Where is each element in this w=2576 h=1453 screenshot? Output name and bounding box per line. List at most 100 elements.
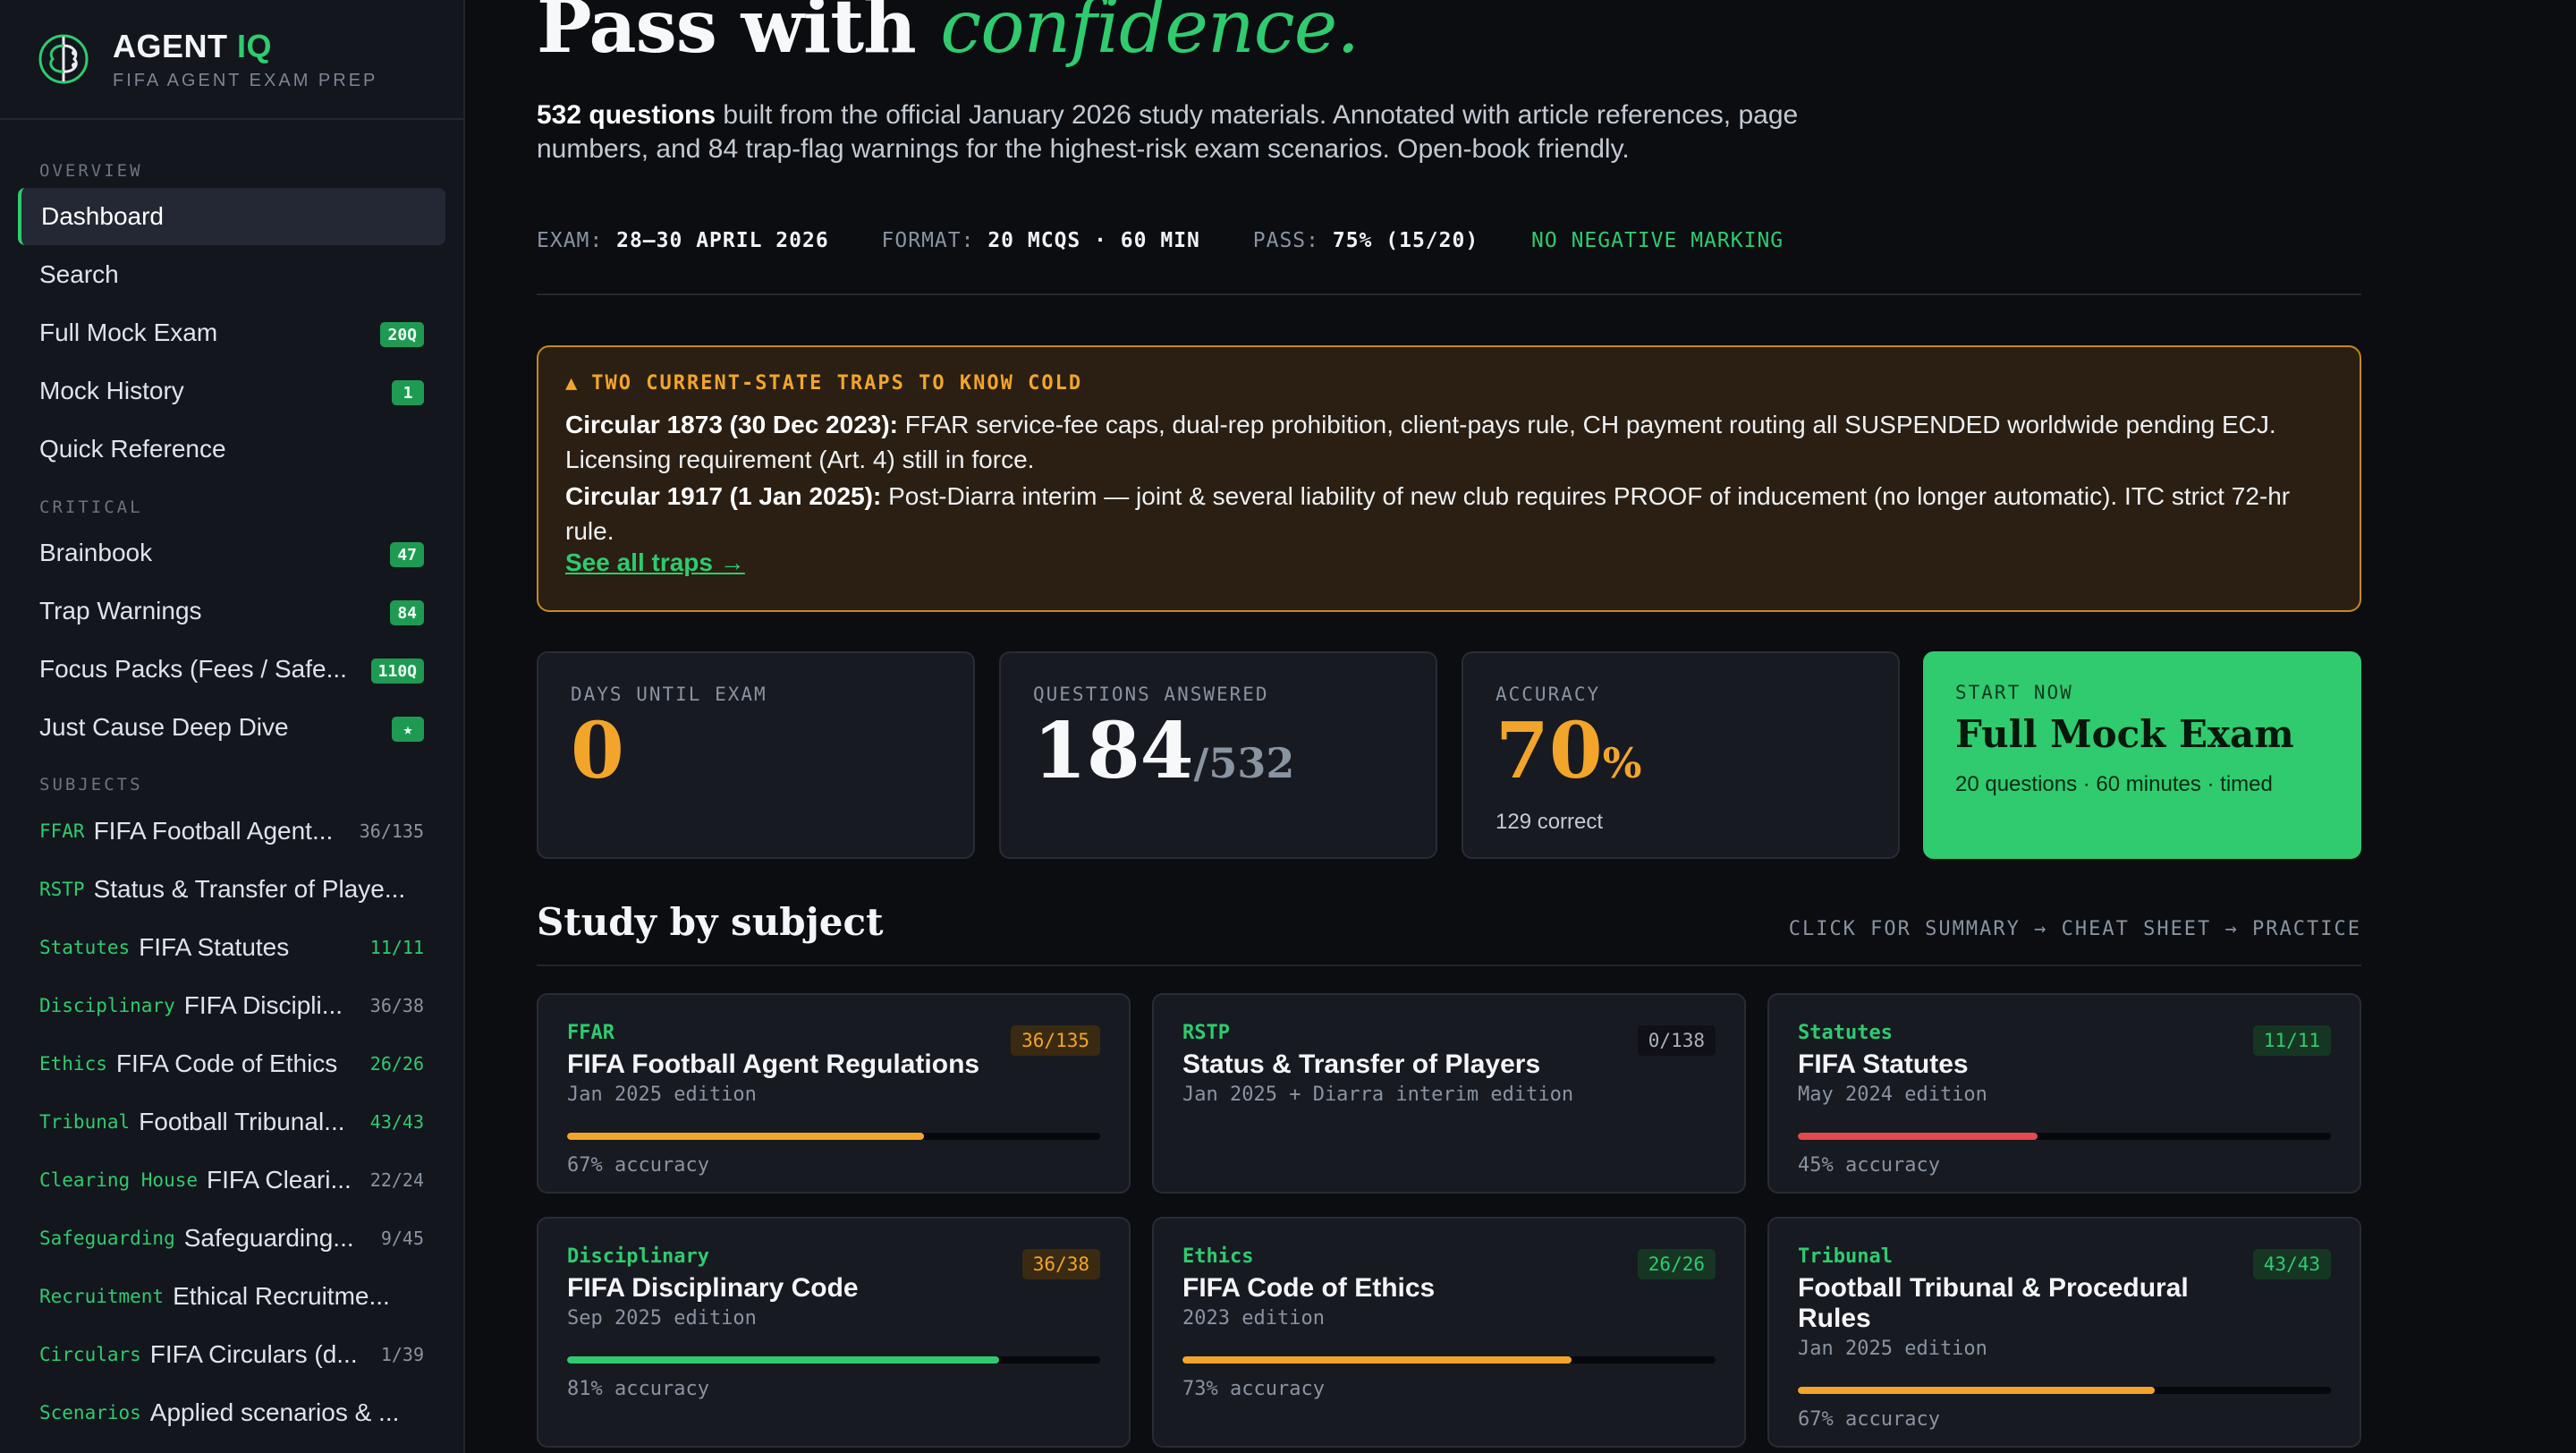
sidebar-subject-ffar[interactable]: FFAR FIFA Football Agent... 36/135 [39,805,424,857]
accuracy-text: 45% accuracy [1798,1154,1940,1177]
subject-code: RSTP [39,879,85,900]
nav-dashboard[interactable]: Dashboard [18,188,445,245]
accuracy-bar [567,1356,1100,1364]
accuracy-bar [1798,1133,2331,1140]
subject-name: Football Tribunal... [139,1108,345,1135]
sidebar-subject-ethics[interactable]: Ethics FIFA Code of Ethics 26/26 [39,1038,424,1090]
sidebar-subject-tribunal[interactable]: Tribunal Football Tribunal... 43/43 [39,1096,424,1148]
subject-card-statutes[interactable]: Statutes FIFA Statutes May 2024 edition … [1767,993,2361,1194]
brand-header[interactable]: AGENT IQ FIFA AGENT EXAM PREP [0,0,463,120]
subject-code: Safeguarding [39,1228,175,1249]
sidebar-subject-statutes[interactable]: Statutes FIFA Statutes 11/11 [39,922,424,973]
accuracy-bar [1798,1387,2331,1394]
accuracy-text: 73% accuracy [1182,1378,1325,1400]
accuracy-bar-fill [1798,1387,2156,1394]
subject-name: Status & Transfer of Playe... [93,875,406,903]
nav-quick-reference[interactable]: Quick Reference [18,421,445,478]
nav-label: Full Mock Exam [39,319,218,346]
correct-count: 129 correct [1496,810,1604,834]
count-badge: 110Q [370,659,424,684]
subject-edition: 2023 edition [1182,1307,1325,1330]
answered-total: /532 [1193,739,1295,787]
answered-value: 184/532 [1033,710,1403,804]
cta-title: Full Mock Exam [1955,712,2294,756]
subject-card-ffar[interactable]: FFAR FIFA Football Agent Regulations Jan… [537,993,1131,1194]
subject-card-rstp[interactable]: RSTP Status & Transfer of Players Jan 20… [1152,993,1746,1194]
subject-code: Statutes [1798,1022,1893,1044]
accuracy-number: 70 [1496,706,1603,796]
subject-code: Ethics [39,1053,107,1075]
subject-count: 1/39 [380,1344,424,1365]
count-badge: 1 [392,380,424,405]
subject-card-ethics[interactable]: Ethics FIFA Code of Ethics 2023 edition … [1152,1217,1746,1448]
nav-search[interactable]: Search [18,246,445,303]
sidebar-subject-clearing-house[interactable]: Clearing House FIFA Cleari... 22/24 [39,1154,424,1206]
trap-alert: ▲ TWO CURRENT-STATE TRAPS TO KNOW COLD C… [537,345,2361,612]
subject-edition: Jan 2025 + Diarra interim edition [1182,1083,1574,1106]
study-hint: CLICK FOR SUMMARY → CHEAT SHEET → PRACTI… [1788,918,2361,940]
nav-label: Trap Warnings [39,597,202,625]
warning-icon: ▲ [565,372,580,395]
count-badge: 84 [390,600,424,625]
subject-name: Ethical Recruitme... [173,1282,390,1310]
exam-key: EXAM: [537,229,604,252]
sidebar-subject-circulars[interactable]: Circulars FIFA Circulars (d... 1/39 [39,1329,424,1381]
subject-code: RSTP [1182,1022,1230,1044]
trap-item: Circular 1873 (30 Dec 2023): FFAR servic… [565,407,2333,477]
exam-meta: EXAM: 28–30 APRIL 2026 FORMAT: 20 MCQS ·… [537,229,1784,252]
nav-just-cause[interactable]: Just Cause Deep Dive ★ [18,699,445,756]
subject-edition: Sep 2025 edition [567,1307,757,1330]
nav-full-mock-exam[interactable]: Full Mock Exam 20Q [18,304,445,361]
accuracy-text: 67% accuracy [1798,1408,1940,1431]
subject-count: 22/24 [369,1169,424,1191]
subject-card-tribunal[interactable]: Tribunal Football Tribunal & Procedural … [1767,1217,2361,1448]
nav-label: Mock History [39,377,184,404]
subject-count: 26/26 [369,1053,424,1075]
nav-label: Just Cause Deep Dive [39,713,289,741]
trap-heading: ▲ TWO CURRENT-STATE TRAPS TO KNOW COLD [565,372,2333,395]
accuracy-card: ACCURACY 70% 129 correct [1462,651,1900,859]
accuracy-value: 70% [1496,710,1866,804]
subject-code: Tribunal [39,1111,131,1133]
nav-mock-history[interactable]: Mock History 1 [18,362,445,420]
sidebar-subject-rstp[interactable]: RSTP Status & Transfer of Playe... [39,863,424,915]
nav-brainbook[interactable]: Brainbook 47 [18,524,445,582]
subject-code: Circulars [39,1344,141,1365]
title-accent: confidence. [940,0,1360,70]
accuracy-bar-fill [567,1356,999,1364]
sidebar: AGENT IQ FIFA AGENT EXAM PREP OVERVIEW D… [0,0,465,1453]
progress-badge: 11/11 [2252,1025,2331,1056]
nav-trap-warnings[interactable]: Trap Warnings 84 [18,582,445,640]
subject-card-disciplinary[interactable]: Disciplinary FIFA Disciplinary Code Sep … [537,1217,1131,1448]
count-badge: 20Q [380,322,424,347]
cta-subtitle: 20 questions · 60 minutes · timed [1955,772,2273,796]
nav-focus-packs[interactable]: Focus Packs (Fees / Safe... 110Q [18,641,445,698]
accuracy-text: 67% accuracy [567,1154,709,1177]
subject-count: 11/11 [369,937,424,958]
subject-name: FIFA Football Agent... [93,817,334,845]
start-mock-exam-button[interactable]: START NOW Full Mock Exam 20 questions · … [1923,651,2361,859]
progress-badge: 26/26 [1637,1249,1716,1279]
accuracy-unit: % [1602,739,1642,787]
pass-key: PASS: [1252,229,1319,252]
sidebar-subject-safeguarding[interactable]: Safeguarding Safeguarding... 9/45 [39,1212,424,1264]
accuracy-bar [1182,1356,1716,1364]
subject-code: Clearing House [39,1169,199,1191]
answered-count: 184 [1033,706,1194,796]
sidebar-subject-scenarios[interactable]: Scenarios Applied scenarios & ... [39,1387,424,1439]
subject-title: FIFA Statutes [1798,1049,1969,1079]
subject-title: Football Tribunal & Procedural Rules [1798,1273,2189,1333]
sidebar-subject-recruitment[interactable]: Recruitment Ethical Recruitme... [39,1270,424,1322]
format-key: FORMAT: [881,229,975,252]
cta-label: START NOW [1955,682,2073,703]
progress-badge: 36/135 [1011,1025,1100,1056]
progress-badge: 43/43 [2252,1249,2331,1279]
see-all-traps-link[interactable]: See all traps → [565,548,745,577]
exam-format: 20 MCQS · 60 MIN [987,229,1200,252]
accuracy-bar [567,1133,1100,1140]
sidebar-subject-disciplinary[interactable]: Disciplinary FIFA Discipli... 36/38 [39,980,424,1032]
hero-description: 532 questions built from the official Ja… [537,98,1843,166]
accuracy-bar-fill [1798,1133,2038,1140]
subject-count: 9/45 [380,1228,424,1249]
subject-name: FIFA Cleari... [207,1166,352,1194]
